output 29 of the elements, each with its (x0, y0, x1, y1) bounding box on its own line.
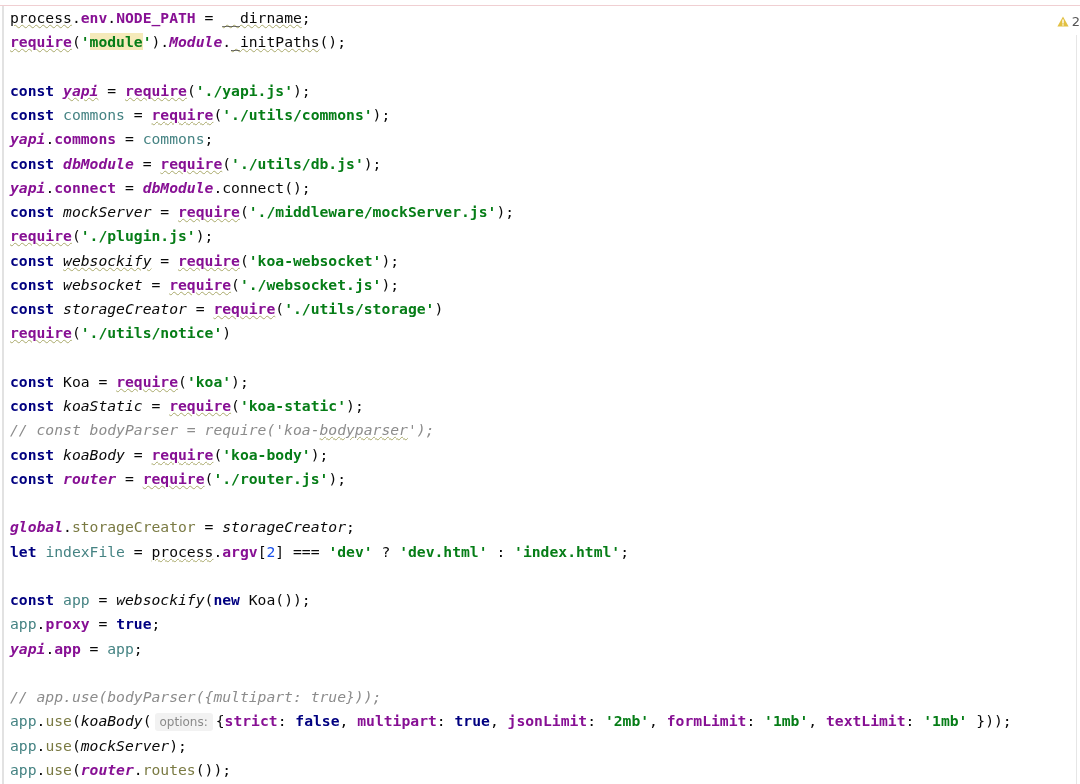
code-line: yapi.commons = commons; (10, 129, 215, 150)
code-line: require('module').Module._initPaths(); (10, 32, 348, 53)
code-line: app.proxy = true; (10, 614, 162, 635)
code-line: const app = websockify(new Koa()); (10, 590, 312, 610)
code-line: const koaBody = require('koa-body'); (10, 444, 330, 465)
code-line: const koaStatic = require('koa-static'); (10, 396, 365, 416)
code-line: require('./utils/notice') (10, 323, 233, 344)
code-line: yapi.connect = dbModule.connect(); (10, 177, 312, 198)
code-line: require('./plugin.js'); (10, 226, 215, 247)
code-line: const router = require('./router.js'); (10, 468, 348, 489)
code-line: let indexFile = process.argv[2] === 'dev' ? 'dev.html' : 'index.html'; (10, 541, 631, 562)
code-line: const Koa = require('koa'); (10, 371, 250, 392)
code-line: app.use(koaBody( options: {strict: false, multipart: true, jsonLimit: '2mb', formLimit: '1mb', textLimit: '1mb' })); (10, 711, 1013, 734)
code-line: // const bodyParser = require('koa-bodyparser'); (10, 420, 436, 441)
code-line: const storageCreator = require('./utils/storage') (10, 299, 445, 319)
code-line: yapi.app = app; (10, 638, 144, 659)
warning-count[interactable]: 2 (1056, 14, 1080, 29)
code-line: const mockServer = require('./middleware/mockServer.js'); (10, 202, 516, 222)
code-line: // app.use(bodyParser({multipart: true})); (10, 687, 383, 707)
code-line: app.use(router.routes()); (10, 759, 233, 780)
code-line: const commons = require('./utils/commons'); (10, 105, 392, 125)
code-line: const dbModule = require('./utils/db.js'); (10, 153, 383, 174)
code-line: const websockify = require('koa-websocket'); (10, 250, 401, 271)
code-line: const yapi = require('./yapi.js'); (10, 80, 312, 101)
code-line: process.env.NODE_PATH = __dirname; (10, 8, 312, 29)
warning-icon (1056, 16, 1069, 27)
code-line: app.use(mockServer); (10, 735, 188, 756)
code-line: global.storageCreator = storageCreator; (10, 517, 356, 538)
code-line: const websocket = require('./websocket.js'); (10, 274, 401, 295)
